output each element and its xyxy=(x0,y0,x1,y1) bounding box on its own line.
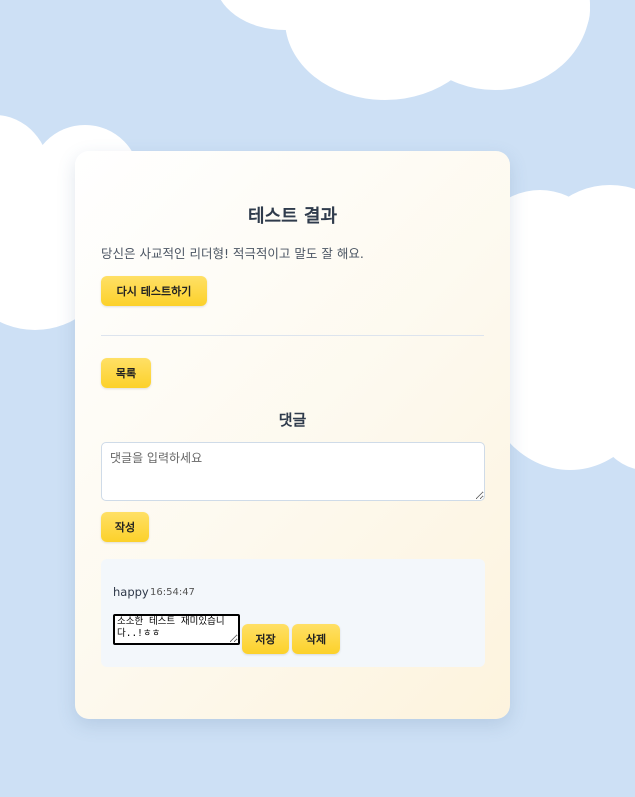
comments-heading: 댓글 xyxy=(278,411,307,429)
result-description: 당신은 사교적인 리더형! 적극적이고 말도 잘 해요. xyxy=(101,246,364,261)
result-card: 테스트 결과 당신은 사교적인 리더형! 적극적이고 말도 잘 해요. 다시 테… xyxy=(75,151,510,719)
result-title: 테스트 결과 xyxy=(247,206,338,227)
comment-time: 16:54:47 xyxy=(150,587,195,598)
comment-edit-field[interactable]: 소소한 테스트 재미있습니다..!ㅎㅎ xyxy=(113,614,240,645)
delete-comment-button[interactable]: 삭제 xyxy=(292,624,340,654)
save-comment-button[interactable]: 저장 xyxy=(242,624,289,654)
list-button[interactable]: 목록 xyxy=(101,358,151,388)
comment-author: happy xyxy=(113,585,149,599)
comment-item: happy 16:54:47 소소한 테스트 재미있습니다..!ㅎㅎ 저장 삭제 xyxy=(101,559,485,667)
comment-input[interactable] xyxy=(101,442,485,501)
retry-test-button[interactable]: 다시 테스트하기 xyxy=(101,276,207,306)
divider xyxy=(101,335,484,336)
submit-comment-button[interactable]: 작성 xyxy=(101,512,149,542)
